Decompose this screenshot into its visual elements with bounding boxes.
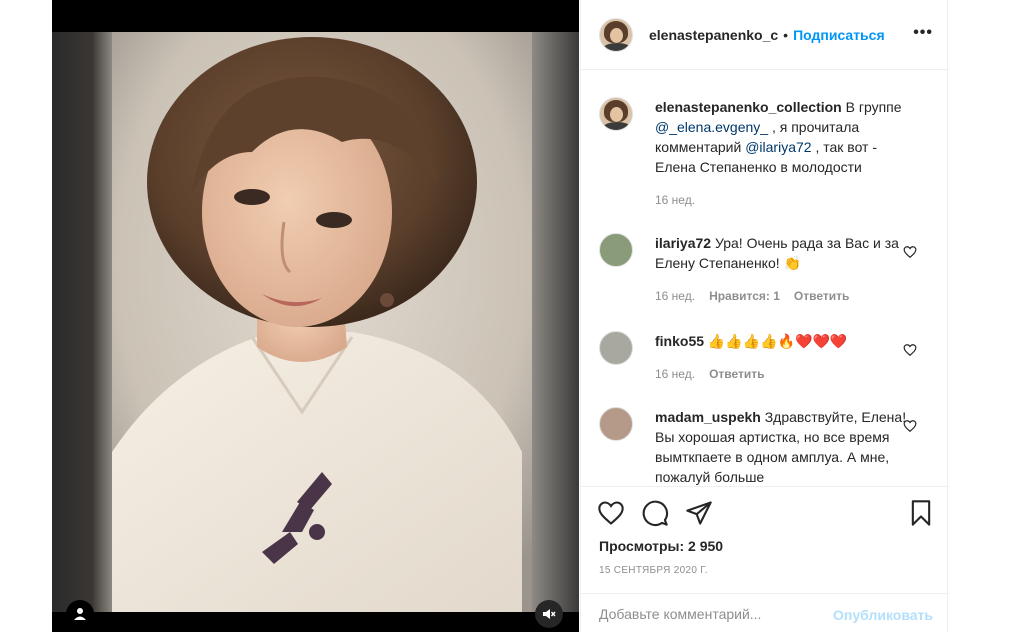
- speaker-muted-icon: [543, 609, 556, 619]
- avatar[interactable]: [599, 97, 633, 131]
- comment-input[interactable]: [599, 606, 819, 622]
- portrait-illustration: [112, 32, 532, 612]
- comment-meta: 16 нед. Нравится: 1 Ответить: [655, 289, 849, 303]
- comment-text: ilariya72 Ура! Очень рада за Вас и за Ел…: [655, 233, 917, 273]
- post-date[interactable]: 15 СЕНТЯБРЯ 2020 Г.: [599, 565, 708, 576]
- post-header: elenastepanenko_c • Подписаться •••: [581, 0, 949, 70]
- comment-text: madam_uspekh Здравствуйте, Елена! Вы хор…: [655, 407, 917, 485]
- mention-link[interactable]: @_elena.evgeny_: [655, 119, 768, 135]
- comment-likes[interactable]: Нравится: 1: [709, 289, 780, 303]
- heart-icon[interactable]: [903, 245, 917, 259]
- header-username[interactable]: elenastepanenko_c: [649, 27, 778, 43]
- caption-username[interactable]: elenastepanenko_collection: [655, 99, 842, 115]
- reply-button[interactable]: Ответить: [709, 367, 764, 381]
- avatar[interactable]: [599, 233, 633, 267]
- post-actions: Просмотры: 2 950 15 СЕНТЯБРЯ 2020 Г. Опу…: [581, 486, 949, 632]
- caption-text-part: В группе: [841, 99, 902, 115]
- comments-list[interactable]: elenastepanenko_collection В группе @_el…: [581, 71, 949, 485]
- post-media[interactable]: [52, 0, 579, 632]
- comment-content: 👍👍👍👍🔥❤️❤️❤️: [704, 333, 848, 349]
- publish-button[interactable]: Опубликовать: [833, 607, 933, 623]
- comment-username[interactable]: madam_uspekh: [655, 409, 761, 425]
- caption-text: elenastepanenko_collection В группе @_el…: [655, 97, 917, 177]
- paper-plane-icon[interactable]: [685, 499, 713, 527]
- comment-time[interactable]: 16 нед.: [655, 289, 695, 303]
- tagged-user-button[interactable]: [66, 600, 94, 628]
- comment-meta: 16 нед. Ответить: [655, 367, 765, 381]
- avatar[interactable]: [599, 331, 633, 365]
- person-icon: [74, 608, 86, 620]
- header-separator: •: [783, 26, 789, 43]
- follow-button[interactable]: Подписаться: [793, 27, 885, 43]
- portrait-photo: [52, 32, 579, 612]
- post-details-panel: elenastepanenko_c • Подписаться ••• elen…: [580, 0, 949, 632]
- comment-bubble-icon[interactable]: [641, 499, 669, 527]
- heart-icon[interactable]: [903, 419, 917, 433]
- comment-time[interactable]: 16 нед.: [655, 367, 695, 381]
- views-count[interactable]: Просмотры: 2 950: [599, 538, 723, 554]
- heart-icon[interactable]: [903, 343, 917, 357]
- mention-link[interactable]: @ilariya72: [745, 139, 811, 155]
- bookmark-icon[interactable]: [907, 499, 935, 527]
- comment-text: finko55 👍👍👍👍🔥❤️❤️❤️: [655, 331, 917, 351]
- avatar[interactable]: [599, 407, 633, 441]
- add-comment-form: Опубликовать: [581, 593, 949, 632]
- heart-icon[interactable]: [597, 499, 625, 527]
- avatar[interactable]: [599, 17, 633, 52]
- comment-username[interactable]: finko55: [655, 333, 704, 349]
- mute-toggle-button[interactable]: [535, 600, 563, 628]
- reply-button[interactable]: Ответить: [794, 289, 849, 303]
- comment-username[interactable]: ilariya72: [655, 235, 711, 251]
- more-options-icon[interactable]: •••: [913, 24, 933, 42]
- caption-meta: 16 нед.: [655, 193, 695, 207]
- caption-time[interactable]: 16 нед.: [655, 193, 695, 207]
